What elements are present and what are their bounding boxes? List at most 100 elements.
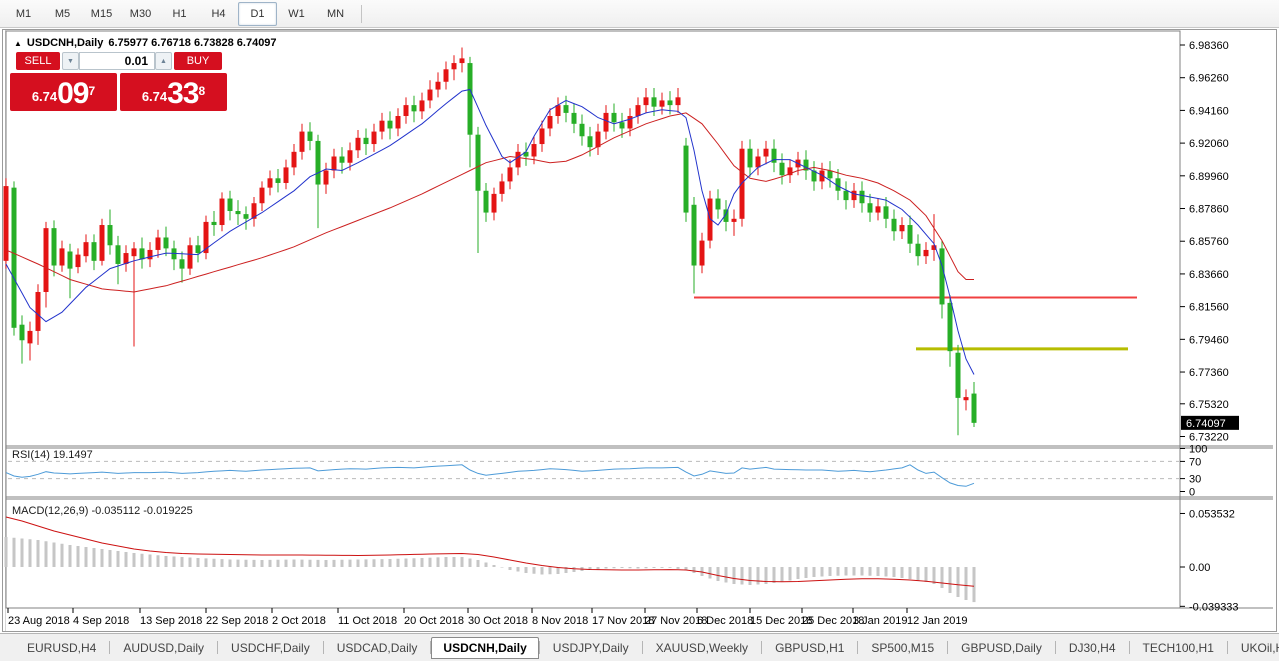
candle-body <box>588 136 593 147</box>
candle-body <box>444 69 449 81</box>
candle-body <box>508 167 513 181</box>
candle-body <box>692 205 697 266</box>
volume-decrease-button[interactable]: ▼ <box>62 52 79 70</box>
candle-body <box>44 228 49 292</box>
candle-body <box>580 124 585 136</box>
rsi-axis-label: 0 <box>1189 487 1195 499</box>
chart-tab-gbpusd-daily[interactable]: GBPUSD,Daily <box>948 638 1055 658</box>
chart-tab-xauusd-weekly[interactable]: XAUUSD,Weekly <box>643 638 761 658</box>
candle-body <box>948 303 953 351</box>
current-price-label: 6.74097 <box>1186 418 1226 430</box>
candle-body <box>28 331 33 343</box>
candle-body <box>596 132 601 148</box>
chart-tab-dj30-h4[interactable]: DJ30,H4 <box>1056 638 1129 658</box>
candle-body <box>636 105 641 116</box>
candle-body <box>284 167 289 183</box>
candle-body <box>644 97 649 105</box>
chart-tab-usdchf-daily[interactable]: USDCHF,Daily <box>218 638 323 658</box>
candle-body <box>84 242 89 256</box>
candle-body <box>764 149 769 157</box>
candle-body <box>268 178 273 187</box>
candle-body <box>260 188 265 204</box>
macd-axis-label: 0.053532 <box>1189 508 1235 520</box>
candle-body <box>884 206 889 218</box>
chart-tab-ukoil-h1[interactable]: UKOil,H1 <box>1228 638 1279 658</box>
buy-price-sup: 8 <box>199 73 206 109</box>
price-axis-label: 6.75320 <box>1189 399 1229 411</box>
buy-button[interactable]: BUY <box>174 52 222 70</box>
date-axis-label: 4 Sep 2018 <box>73 615 129 627</box>
rsi-axis-label: 100 <box>1189 444 1207 456</box>
chart-header: ▲ USDCNH,Daily 6.75977 6.76718 6.73828 6… <box>14 37 277 49</box>
price-axis-label: 6.98360 <box>1189 40 1229 52</box>
chart-tab-gbpusd-h1[interactable]: GBPUSD,H1 <box>762 638 857 658</box>
macd-label: MACD(12,26,9) -0.035112 -0.019225 <box>12 505 193 517</box>
rsi-axis-label: 30 <box>1189 474 1201 486</box>
candle-body <box>140 248 145 259</box>
triangle-up-icon: ▲ <box>160 58 167 65</box>
candle-body <box>428 90 433 101</box>
candle-body <box>36 292 41 331</box>
candle-body <box>220 199 225 225</box>
price-axis-label: 6.83660 <box>1189 269 1229 281</box>
candle-body <box>164 237 169 248</box>
candle-body <box>300 132 305 152</box>
candle-body <box>748 149 753 168</box>
price-axis-label: 6.87860 <box>1189 204 1229 216</box>
candle-body <box>964 397 969 400</box>
chart-frame <box>6 31 1180 608</box>
candle-body <box>556 105 561 116</box>
chart-tab-usdcad-daily[interactable]: USDCAD,Daily <box>324 638 431 658</box>
date-axis-label: 20 Oct 2018 <box>404 615 464 627</box>
candle-body <box>484 191 489 213</box>
chart-tab-usdjpy-daily[interactable]: USDJPY,Daily <box>540 638 642 658</box>
candle-body <box>716 199 721 210</box>
candle-body <box>468 63 473 135</box>
candle-body <box>908 225 913 244</box>
candle-body <box>364 138 369 144</box>
candle-body <box>604 113 609 132</box>
volume-increase-button[interactable]: ▲ <box>155 52 172 70</box>
candle-body <box>108 225 113 245</box>
candle-body <box>612 113 617 122</box>
date-axis-label: 12 Jan 2019 <box>907 615 968 627</box>
candle-body <box>460 58 465 63</box>
date-axis-label: 22 Sep 2018 <box>206 615 268 627</box>
candle-body <box>860 191 865 203</box>
candle-body <box>572 113 577 124</box>
candle-body <box>308 132 313 141</box>
date-axis-label: 11 Oct 2018 <box>338 615 397 627</box>
chart-tab-audusd-daily[interactable]: AUDUSD,Daily <box>110 638 217 658</box>
candle-body <box>420 100 425 111</box>
price-axis-label: 6.89960 <box>1189 171 1229 183</box>
candle-body <box>116 245 121 264</box>
candle-body <box>372 132 377 144</box>
candle-body <box>972 394 977 423</box>
candle-body <box>516 152 521 168</box>
candle-body <box>436 82 441 90</box>
candle-body <box>868 203 873 212</box>
price-axis-label: 6.79460 <box>1189 334 1229 346</box>
volume-input[interactable]: 0.01 <box>79 52 155 70</box>
candle-body <box>76 255 81 267</box>
macd-axis-label: 0.00 <box>1189 562 1210 574</box>
sell-price-box[interactable]: 6.74097 <box>10 73 117 111</box>
collapse-arrow-icon[interactable]: ▲ <box>14 39 22 48</box>
buy-price-box[interactable]: 6.74338 <box>120 73 227 111</box>
sell-button[interactable]: SELL <box>16 52 60 70</box>
buy-price-big: 33 <box>167 80 198 108</box>
date-axis-label: 3 Jan 2019 <box>853 615 907 627</box>
ma-slow-line <box>6 113 974 292</box>
candle-body <box>348 150 353 162</box>
candle-body <box>292 152 297 168</box>
chart-tab-usdcnh-daily[interactable]: USDCNH,Daily <box>431 637 538 659</box>
candle-body <box>92 242 97 261</box>
candle-body <box>492 194 497 213</box>
chart-tab-tech100-h1[interactable]: TECH100,H1 <box>1130 638 1227 658</box>
chart-tab-sp500-m15[interactable]: SP500,M15 <box>858 638 947 658</box>
candle-body <box>356 138 361 150</box>
chart-tab-eurusd-h4[interactable]: EURUSD,H4 <box>14 638 109 658</box>
price-axis-label: 6.92060 <box>1189 138 1229 150</box>
candle-body <box>548 116 553 128</box>
candle-body <box>876 206 881 212</box>
